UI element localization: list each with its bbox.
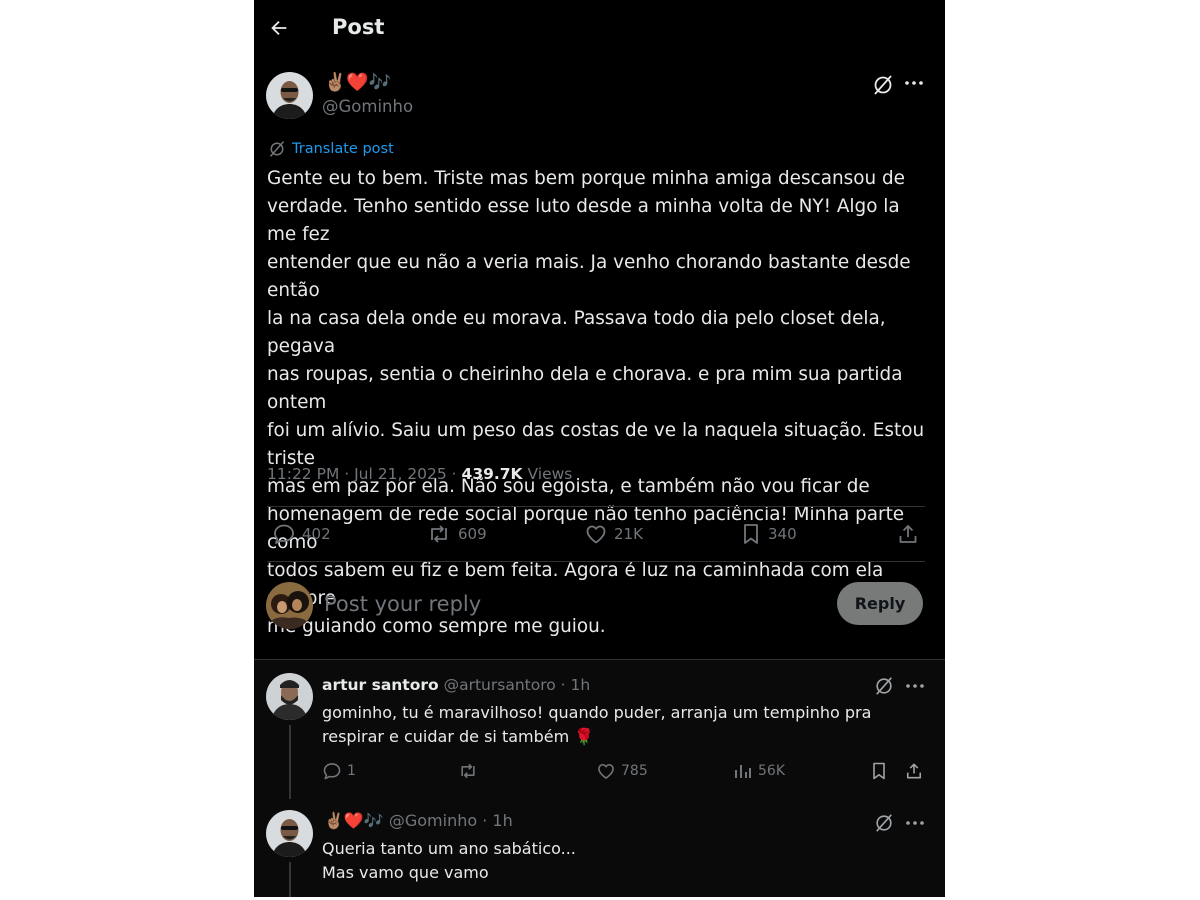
more-options-icon[interactable]: [905, 820, 925, 826]
divider: [267, 561, 925, 562]
reply-avatar[interactable]: [266, 810, 313, 857]
translate-post-link[interactable]: Translate post: [292, 141, 394, 157]
bookmark-count: 340: [768, 525, 797, 543]
analytics-icon: [733, 761, 753, 781]
reply-text: Queria tanto um ano sabático... Mas vamo…: [322, 837, 922, 885]
reply-author-handle[interactable]: @artursantoro · 1h: [444, 676, 591, 694]
reply-text-line: gominho, tu é maravilhoso! quando puder,…: [322, 703, 872, 722]
user-avatar[interactable]: [266, 582, 313, 629]
reply-icon: [272, 522, 296, 546]
reply-action[interactable]: 1: [322, 761, 356, 781]
reply-author-name[interactable]: ✌🏽❤️🎶: [324, 811, 384, 830]
translate-icon[interactable]: [268, 140, 286, 158]
share-icon[interactable]: [896, 522, 920, 546]
post-text-line: verdade. Tenho sentido esse luto desde a…: [267, 196, 900, 245]
grok-icon[interactable]: [874, 676, 894, 696]
bookmark-icon[interactable]: [869, 761, 889, 781]
views-count: 439.7K: [461, 465, 523, 483]
thread-line: [289, 862, 291, 897]
author-avatar[interactable]: [266, 72, 313, 119]
reply-action[interactable]: 402: [272, 522, 331, 546]
repost-icon[interactable]: [457, 761, 479, 781]
like-count: 21K: [614, 525, 643, 543]
grok-icon[interactable]: [874, 813, 894, 833]
post-text-line: nas roupas, sentia o cheirinho dela e ch…: [267, 364, 903, 413]
views-action[interactable]: 56K: [733, 761, 785, 781]
divider: [267, 506, 925, 507]
reply-icon: [322, 761, 342, 781]
thread-line: [289, 725, 291, 799]
post-text-line: Gente eu to bem. Triste mas bem porque m…: [267, 168, 905, 189]
reply-input[interactable]: Post your reply: [324, 592, 744, 616]
like-action[interactable]: 21K: [584, 522, 643, 546]
post-meta: 11:22 PM · Jul 21, 2025 · 439.7K Views: [267, 465, 572, 483]
repost-icon: [426, 522, 452, 546]
reply-text-line: Mas vamo que vamo: [322, 863, 489, 882]
post-timestamp[interactable]: 11:22 PM · Jul 21, 2025 ·: [267, 465, 462, 483]
repost-action[interactable]: 609: [426, 522, 487, 546]
reply-text: gominho, tu é maravilhoso! quando puder,…: [322, 701, 922, 749]
author-display-name[interactable]: ✌🏽❤️🎶: [324, 72, 391, 94]
heart-icon: [596, 761, 616, 781]
divider: [254, 659, 945, 660]
more-options-icon[interactable]: [905, 683, 925, 689]
author-handle[interactable]: @Gominho: [322, 97, 413, 116]
reply-count: 1: [347, 763, 356, 779]
post-text-line: entender que eu não a veria mais. Ja ven…: [267, 252, 911, 301]
reply-author-name[interactable]: artur santoro: [322, 676, 439, 694]
reply-text-line: Queria tanto um ano sabático...: [322, 839, 576, 858]
back-arrow-icon[interactable]: [268, 17, 290, 39]
reply-avatar[interactable]: [266, 673, 313, 720]
views-count: 56K: [758, 763, 785, 779]
share-icon[interactable]: [904, 761, 924, 781]
post-detail-panel: Post ✌🏽❤️🎶 @Gominho Translate post Gente…: [254, 0, 945, 897]
reply-header: artur santoro @artursantoro · 1h: [322, 676, 590, 694]
replies-section: artur santoro @artursantoro · 1h gominho…: [254, 659, 945, 897]
post-text-line: me guiando como sempre me guiou.: [267, 616, 606, 637]
like-action[interactable]: 785: [596, 761, 648, 781]
like-count: 785: [621, 763, 648, 779]
repost-count: 609: [458, 525, 487, 543]
grok-icon[interactable]: [872, 74, 894, 96]
reply-header: ✌🏽❤️🎶 @Gominho · 1h: [324, 811, 513, 830]
views-label: Views: [522, 465, 573, 483]
more-options-icon[interactable]: [904, 80, 924, 86]
reply-count: 402: [302, 525, 331, 543]
reply-button[interactable]: Reply: [837, 582, 923, 625]
post-text: Gente eu to bem. Triste mas bem porque m…: [267, 165, 927, 641]
bookmark-action[interactable]: 340: [740, 522, 797, 546]
reply-text-line: respirar e cuidar de si também 🌹: [322, 727, 595, 746]
post-text-line: la na casa dela onde eu morava. Passava …: [267, 308, 886, 357]
page-title: Post: [332, 15, 385, 39]
bookmark-icon: [740, 522, 762, 546]
heart-icon: [584, 522, 608, 546]
reply-author-handle[interactable]: @Gominho · 1h: [389, 811, 513, 830]
